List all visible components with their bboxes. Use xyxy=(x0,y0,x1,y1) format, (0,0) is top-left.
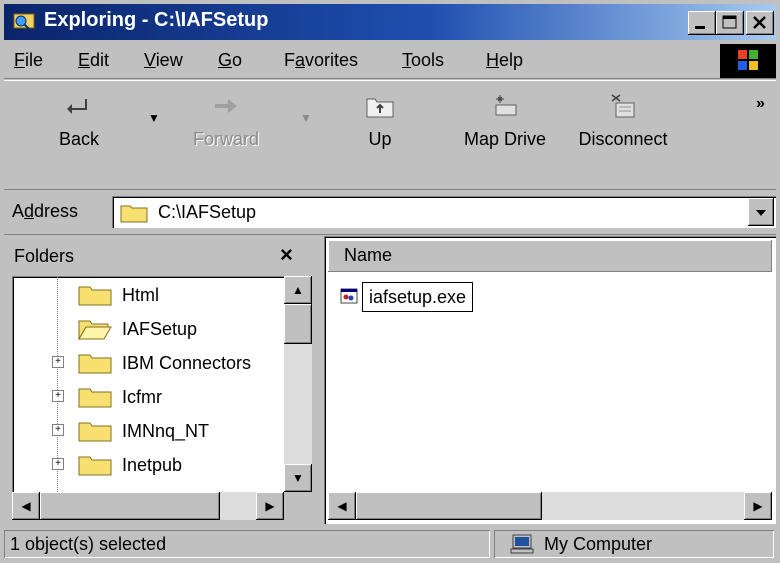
expand-icon[interactable]: + xyxy=(52,356,64,368)
folder-icon xyxy=(78,388,112,408)
forward-dropdown-icon[interactable]: ▼ xyxy=(300,111,312,125)
menu-view[interactable]: View xyxy=(144,50,183,71)
files-horizontal-scrollbar[interactable]: ◀ ▶ xyxy=(328,492,772,520)
back-arrow-icon xyxy=(67,99,87,114)
tree-item-html[interactable]: Html xyxy=(12,278,284,312)
expand-icon[interactable]: + xyxy=(52,424,64,436)
folders-pane-title: Folders xyxy=(14,246,75,266)
folder-icon xyxy=(78,354,112,374)
map-drive-button[interactable]: Map Drive xyxy=(450,91,560,150)
scroll-right-arrow-icon[interactable]: ▶ xyxy=(256,492,284,520)
scroll-thumb[interactable] xyxy=(356,492,542,520)
folders-horizontal-scrollbar[interactable]: ◀ ▶ xyxy=(12,492,284,520)
menu-favorites[interactable]: Favorites xyxy=(284,50,358,71)
folder-icon xyxy=(78,286,112,306)
tree-item-iafsetup[interactable]: IAFSetup xyxy=(12,312,284,346)
open-folder-icon xyxy=(78,320,112,340)
address-value: C:\IAFSetup xyxy=(158,202,257,222)
column-header-name[interactable]: Name xyxy=(328,240,772,272)
my-computer-icon xyxy=(510,534,534,554)
folder-up-icon xyxy=(366,98,394,118)
folder-tree[interactable]: Html IAFSetup + IBM Connectors + Icfmr +… xyxy=(12,276,284,492)
scroll-left-arrow-icon[interactable]: ◀ xyxy=(328,492,356,520)
menu-tools[interactable]: Tools xyxy=(402,50,444,71)
menu-help[interactable]: Help xyxy=(486,50,523,71)
forward-button[interactable]: Forward xyxy=(186,91,266,150)
close-icon xyxy=(753,16,766,29)
address-label: Address xyxy=(12,201,79,221)
tree-item-inetpub[interactable]: + Inetpub xyxy=(12,448,284,482)
menu-go[interactable]: Go xyxy=(218,50,242,71)
explorer-icon xyxy=(13,13,35,30)
chevron-down-icon xyxy=(756,210,766,216)
back-dropdown-icon[interactable]: ▼ xyxy=(148,111,160,125)
disconnect-drive-icon xyxy=(611,94,635,118)
expand-icon[interactable]: + xyxy=(52,458,64,470)
maximize-button[interactable] xyxy=(716,11,744,35)
address-bar: Address C:\IAFSetup xyxy=(4,192,776,235)
folders-pane: Folders × Html IAFSetup + IBM Connectors… xyxy=(4,236,316,524)
status-bar: 1 object(s) selected My Computer xyxy=(4,528,776,560)
scroll-thumb[interactable] xyxy=(284,304,312,344)
status-selection-cell: 1 object(s) selected xyxy=(4,530,490,558)
folder-icon xyxy=(120,205,148,223)
scroll-up-arrow-icon[interactable]: ▲ xyxy=(284,276,312,304)
toolbar: Back ▼ Forward ▼ Up Map Drive Disconnect… xyxy=(4,80,776,190)
menu-edit[interactable]: Edit xyxy=(78,50,109,71)
folders-pane-header: Folders × xyxy=(4,236,316,274)
menu-file[interactable]: File xyxy=(14,50,43,71)
scroll-thumb[interactable] xyxy=(40,492,220,520)
close-button[interactable] xyxy=(746,11,774,35)
explorer-window: Exploring - C:\IAFSetup File Edit View G… xyxy=(0,0,780,563)
file-list-pane[interactable]: Name iafsetup.exe ◀ ▶ xyxy=(324,236,776,524)
up-button[interactable]: Up xyxy=(350,91,410,150)
back-button[interactable]: Back xyxy=(44,91,114,150)
tree-item-icfmr[interactable]: + Icfmr xyxy=(12,380,284,414)
window-title: Exploring - C:\IAFSetup xyxy=(44,9,269,31)
scroll-left-arrow-icon[interactable]: ◀ xyxy=(12,492,40,520)
status-location-cell: My Computer xyxy=(494,530,774,558)
map-drive-icon xyxy=(495,95,517,116)
executable-file-icon xyxy=(340,288,358,304)
title-bar[interactable]: Exploring - C:\IAFSetup xyxy=(4,4,776,40)
file-name-edit-box[interactable]: iafsetup.exe xyxy=(362,282,474,312)
tree-item-imnnq-nt[interactable]: + IMNnq_NT xyxy=(12,414,284,448)
minimize-button[interactable] xyxy=(688,11,716,35)
scroll-down-arrow-icon[interactable]: ▼ xyxy=(284,464,312,492)
folders-vertical-scrollbar[interactable]: ▲ ▼ xyxy=(284,276,312,492)
windows-logo-icon xyxy=(720,44,776,78)
address-dropdown-button[interactable] xyxy=(748,198,774,226)
folder-icon xyxy=(78,422,112,442)
disconnect-button[interactable]: Disconnect xyxy=(564,91,682,150)
expand-icon[interactable]: + xyxy=(52,390,64,402)
minimize-icon xyxy=(695,26,705,29)
scroll-right-arrow-icon[interactable]: ▶ xyxy=(744,492,772,520)
tree-item-ibm-connectors[interactable]: + IBM Connectors xyxy=(12,346,284,380)
folders-pane-close-icon[interactable]: × xyxy=(280,242,293,268)
folder-icon xyxy=(78,456,112,476)
address-input[interactable]: C:\IAFSetup xyxy=(112,196,776,228)
menu-bar: File Edit View Go Favorites Tools Help xyxy=(4,42,776,79)
forward-arrow-icon xyxy=(215,99,237,113)
maximize-icon xyxy=(722,15,737,29)
toolbar-overflow-chevron[interactable]: » xyxy=(756,95,765,113)
